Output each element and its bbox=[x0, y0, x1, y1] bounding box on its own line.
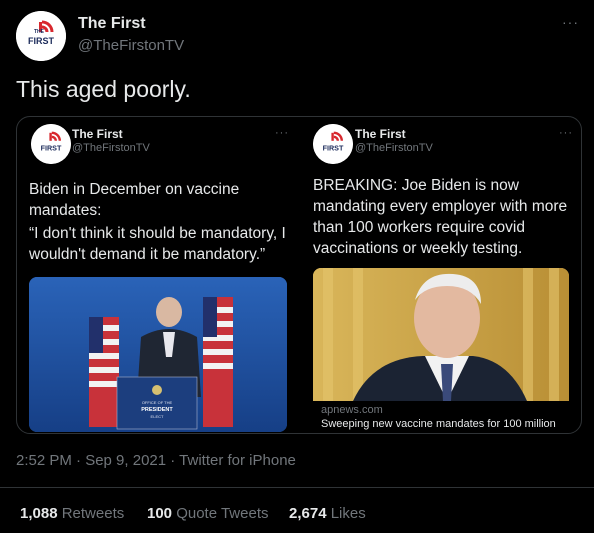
video-thumbnail[interactable]: OFFICE OF THE PRESIDENT ELECT bbox=[29, 277, 287, 432]
link-card-footer[interactable]: apnews.com Sweeping new vaccine mandates… bbox=[313, 401, 569, 433]
quoted-more-icon[interactable]: ··· bbox=[559, 127, 573, 139]
author-avatar[interactable]: THE FIRST bbox=[16, 11, 66, 61]
author-name[interactable]: The First bbox=[78, 15, 146, 33]
quoted-author-name[interactable]: The First bbox=[355, 127, 406, 141]
retweets-stat[interactable]: 1,088 Retweets bbox=[20, 505, 124, 522]
svg-text:ELECT: ELECT bbox=[151, 414, 164, 419]
likes-count: 2,674 bbox=[289, 505, 327, 522]
likes-stat[interactable]: 2,674 Likes bbox=[289, 505, 366, 522]
svg-text:PRESIDENT: PRESIDENT bbox=[141, 407, 173, 413]
the-first-logo-icon: FIRST bbox=[313, 124, 353, 164]
svg-text:FIRST: FIRST bbox=[28, 36, 55, 46]
link-card-image[interactable] bbox=[313, 268, 569, 401]
quoted-text-line: Biden in December on vaccine bbox=[29, 181, 240, 198]
quoted-tweets-container[interactable]: FIRST The First @TheFirstonTV ··· Biden … bbox=[16, 116, 582, 434]
quoted-text-line: mandating every employer with more bbox=[313, 198, 568, 215]
the-first-logo-icon: THE FIRST bbox=[16, 11, 66, 61]
retweets-count: 1,088 bbox=[20, 505, 58, 522]
svg-text:OFFICE OF THE: OFFICE OF THE bbox=[142, 400, 173, 405]
quote-tweets-stat[interactable]: 100 Quote Tweets bbox=[147, 505, 268, 522]
tweet-text: This aged poorly. bbox=[16, 76, 191, 102]
retweets-label: Retweets bbox=[61, 505, 125, 522]
author-handle[interactable]: @TheFirstonTV bbox=[78, 37, 184, 54]
quoted-author-handle[interactable]: @TheFirstonTV bbox=[72, 142, 150, 154]
quoted-text-line: than 100 workers require covid bbox=[313, 219, 525, 236]
quote-tweets-label: Quote Tweets bbox=[176, 505, 269, 522]
link-card-domain: apnews.com bbox=[321, 404, 383, 416]
quoted-avatar[interactable]: FIRST bbox=[31, 124, 71, 164]
likes-label: Likes bbox=[330, 505, 366, 522]
quoted-more-icon[interactable]: ··· bbox=[275, 127, 289, 139]
quoted-avatar[interactable]: FIRST bbox=[313, 124, 353, 164]
quoted-text-line: wouldn't demand it be mandatory.” bbox=[29, 246, 266, 263]
divider bbox=[0, 487, 594, 488]
svg-text:FIRST: FIRST bbox=[41, 143, 62, 152]
quoted-author-name[interactable]: The First bbox=[72, 127, 123, 141]
biden-podium-image: OFFICE OF THE PRESIDENT ELECT bbox=[29, 277, 287, 432]
link-card-title: Sweeping new vaccine mandates for 100 mi… bbox=[321, 418, 556, 430]
quoted-text-line: “I don't think it should be mandatory, I bbox=[29, 225, 286, 242]
quoted-author-handle[interactable]: @TheFirstonTV bbox=[355, 142, 433, 154]
tweet-timestamp[interactable]: 2:52 PM · Sep 9, 2021 · Twitter for iPho… bbox=[16, 452, 296, 469]
more-options-icon[interactable]: ··· bbox=[562, 14, 579, 30]
the-first-logo-icon: FIRST bbox=[31, 124, 71, 164]
quoted-text-line: vaccinations or weekly testing. bbox=[313, 240, 523, 257]
quoted-text-line: BREAKING: Joe Biden is now bbox=[313, 177, 519, 194]
svg-text:THE: THE bbox=[34, 29, 45, 35]
svg-text:FIRST: FIRST bbox=[323, 143, 344, 152]
biden-portrait-image bbox=[313, 268, 569, 401]
quote-tweets-count: 100 bbox=[147, 505, 173, 522]
quoted-text-line: mandates: bbox=[29, 202, 102, 219]
